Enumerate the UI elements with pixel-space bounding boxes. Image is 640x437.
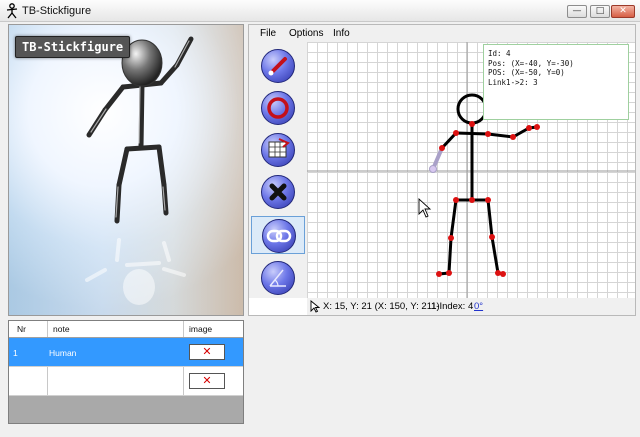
info-pos: Pos: (X=-40, Y=-30) <box>488 58 574 68</box>
delete-tool-button[interactable] <box>251 173 305 211</box>
close-button[interactable]: ✕ <box>611 5 635 18</box>
info-id: Id: 4 <box>488 49 511 58</box>
editor-panel: File Options Info Id: 4 Pos: (X=-40, Y=-… <box>248 24 636 316</box>
row-image-button[interactable]: ✕ <box>189 344 225 360</box>
grid-copy-tool-icon <box>268 138 290 158</box>
menu-file[interactable]: File <box>260 28 276 39</box>
line-tool-icon <box>268 57 287 76</box>
drawing-canvas[interactable]: Id: 4 Pos: (X=-40, Y=-30) POS: (X=-50, Y… <box>307 42 635 298</box>
maximize-button[interactable]: □ <box>590 5 610 18</box>
menu-options[interactable]: Options <box>289 28 323 39</box>
close-icon: ✕ <box>619 6 627 16</box>
mouse-cursor-icon <box>418 197 432 218</box>
column-header-nr[interactable]: Nr <box>17 324 26 334</box>
table-header: Nr note image <box>9 321 243 338</box>
status-bar: X: 15, Y: 21 (X: 150, Y: 211) 1-Index: 4… <box>307 298 635 315</box>
table-row[interactable]: ✕ <box>9 367 243 396</box>
title-bar: TB-Stickfigure — □ ✕ <box>0 0 640 22</box>
angle-tool-icon <box>269 269 286 287</box>
menu-bar: File Options Info <box>249 25 635 42</box>
image-placeholder-icon: ✕ <box>202 374 212 387</box>
row-image-button[interactable]: ✕ <box>189 373 225 389</box>
tool-palette <box>249 42 307 298</box>
stickfigure-bones <box>437 93 539 276</box>
rendered-figure-preview: TB-Stickfigure <box>8 24 244 316</box>
table-row[interactable]: 1 Human ✕ <box>9 338 243 367</box>
row-nr: 1 <box>13 348 18 358</box>
cursor-coordinates: X: 15, Y: 21 (X: 150, Y: 211) <box>323 301 440 312</box>
menu-info[interactable]: Info <box>333 28 350 39</box>
row-note: Human <box>49 348 77 358</box>
minimize-button[interactable]: — <box>567 5 587 18</box>
delete-tool-icon <box>269 183 287 201</box>
preview-title-label: TB-Stickfigure <box>15 36 131 58</box>
window-title: TB-Stickfigure <box>22 5 92 17</box>
selected-joint <box>429 165 437 173</box>
info-pos-abs: POS: (X=-50, Y=0) <box>488 68 565 77</box>
minimize-icon: — <box>572 6 582 16</box>
selected-index: 1-Index: 4 <box>431 301 474 312</box>
joint-info-box: Id: 4 Pos: (X=-40, Y=-30) POS: (X=-50, Y… <box>483 44 629 120</box>
angle-link[interactable]: 0° <box>474 301 483 312</box>
link-tool-button[interactable] <box>251 216 305 254</box>
column-header-note[interactable]: note <box>53 324 70 334</box>
angle-tool-button[interactable] <box>251 259 305 297</box>
info-link: Link1->2: 3 <box>488 77 538 87</box>
stickfigure-app-icon <box>6 3 18 19</box>
image-placeholder-icon: ✕ <box>202 345 212 358</box>
circle-tool-button[interactable] <box>251 89 305 127</box>
circle-tool-icon <box>267 97 289 119</box>
column-header-image[interactable]: image <box>189 324 212 334</box>
grid-copy-tool-button[interactable] <box>251 131 305 169</box>
figure-table: Nr note image 1 Human ✕ ✕ <box>8 320 244 424</box>
link-tool-icon <box>266 229 292 243</box>
maximize-icon: □ <box>595 6 605 16</box>
line-tool-button[interactable] <box>251 47 305 85</box>
pointer-icon <box>310 300 320 313</box>
rendered-stickfigure-image <box>85 36 194 305</box>
